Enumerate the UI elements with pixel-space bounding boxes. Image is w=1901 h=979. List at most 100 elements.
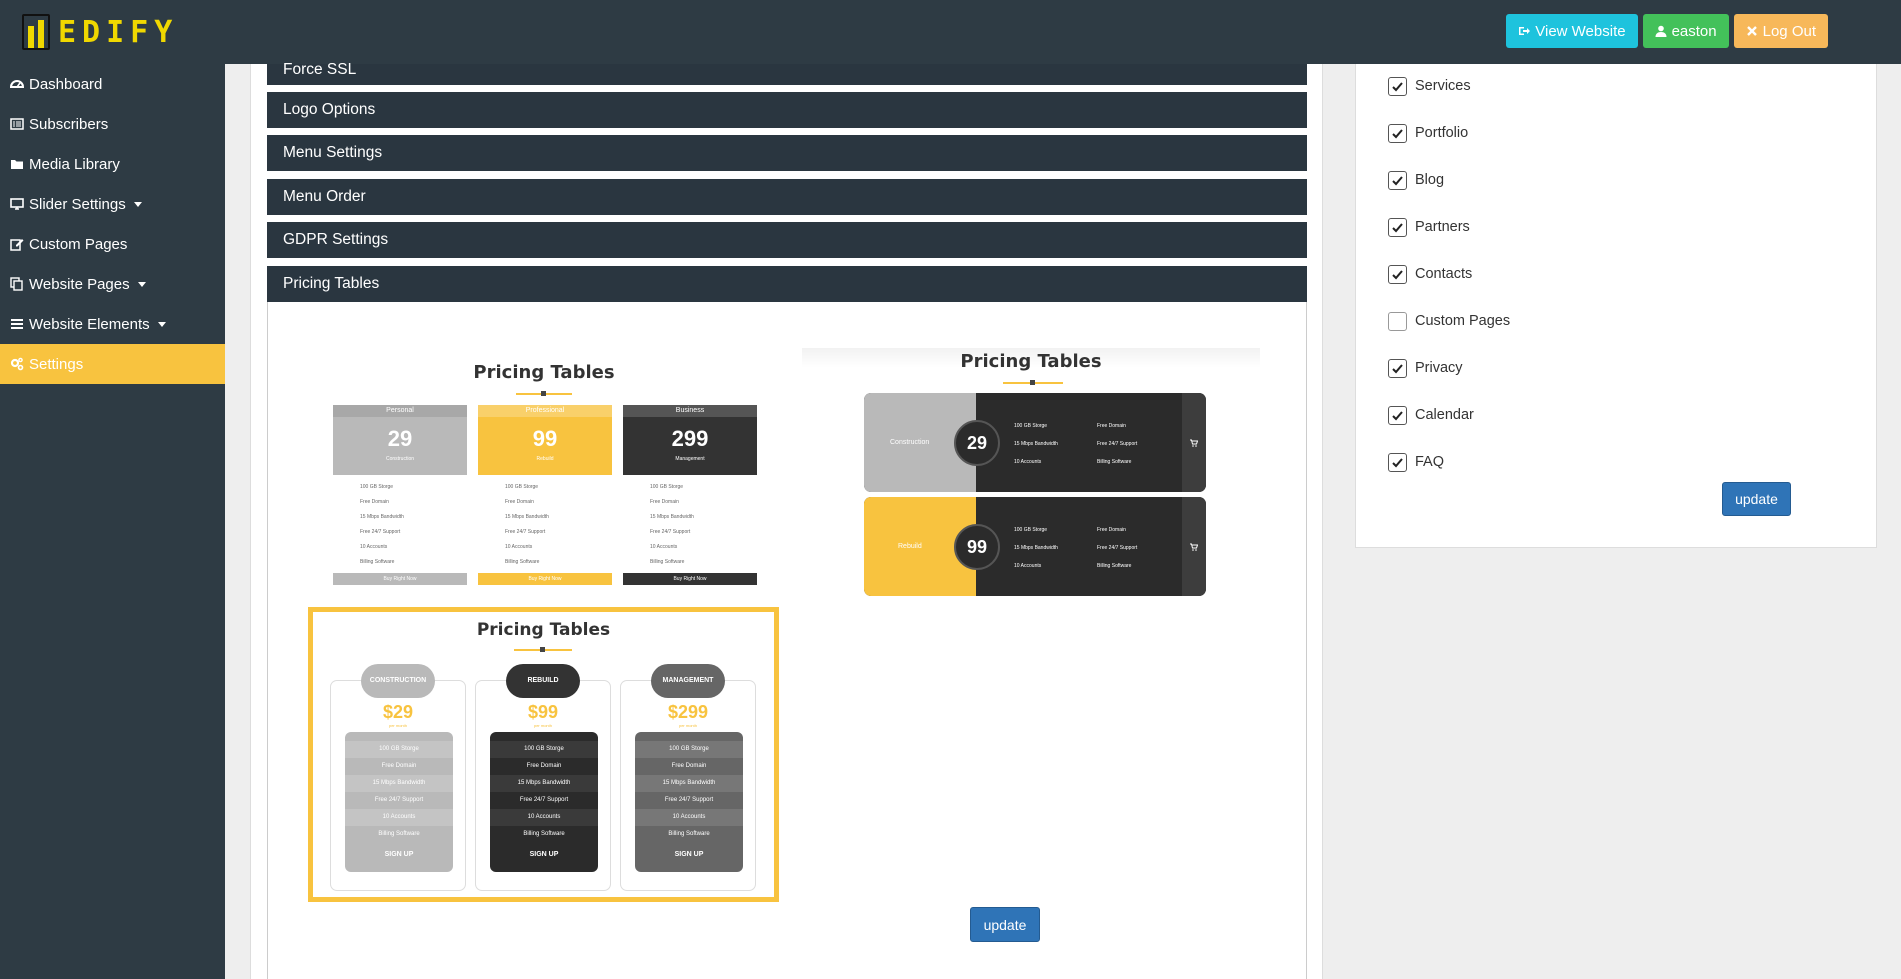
feature-item: 15 Mbps Bandwidth — [490, 775, 598, 792]
sidebar-item-settings[interactable]: Settings — [0, 344, 225, 384]
feature-item: Free 24/7 Support — [1097, 545, 1138, 551]
panel-logo-options[interactable]: Logo Options — [267, 92, 1307, 128]
sidebar-item-label: Website Pages — [29, 275, 130, 293]
sidebar-item-website-elements[interactable]: Website Elements — [0, 304, 225, 344]
panel-title: Logo Options — [283, 101, 376, 118]
pricing-style-2-option[interactable]: Pricing Tables Construction 29 100 GB St… — [802, 348, 1260, 600]
menu-update-button[interactable]: update — [1722, 482, 1791, 516]
pricing-title: Pricing Tables — [960, 351, 1102, 372]
feature-item: 10 Accounts — [345, 809, 453, 826]
portfolio-checkbox[interactable] — [1388, 123, 1407, 143]
plan-feature-list: 100 GB Storge Free Domain 15 Mbps Bandwi… — [345, 732, 453, 872]
feature-item: 10 Accounts — [505, 544, 533, 550]
plan-features: 100 GB Storge Free Domain 15 Mbps Bandwi… — [333, 480, 467, 570]
desktop-icon — [10, 198, 24, 210]
dashboard-icon — [10, 80, 24, 88]
plan-features: 100 GB Storge Free Domain 15 Mbps Bandwi… — [478, 480, 612, 570]
menu-item-label: Contacts — [1415, 266, 1473, 282]
plan-card-professional: Professional 99 Rebuild — [478, 405, 612, 475]
menu-item-label: Calendar — [1415, 407, 1474, 423]
logout-button[interactable]: Log Out — [1733, 14, 1828, 48]
panel-force-ssl[interactable]: Force SSL — [267, 61, 1307, 85]
logo-text: EDIFY — [58, 14, 179, 50]
pricing-style-1-option[interactable]: Pricing Tables Personal 29 Construction … — [317, 350, 771, 590]
menu-visibility-panel: Services Portfolio Blog Partners Contact… — [1355, 64, 1877, 548]
title-underline-dot — [541, 391, 546, 396]
feature-item: Free 24/7 Support — [505, 529, 546, 535]
menu-item-calendar: Calendar — [1388, 404, 1474, 426]
feature-item: 100 GB Storge — [650, 484, 684, 490]
cogs-icon — [10, 357, 24, 371]
panel-menu-order[interactable]: Menu Order — [267, 179, 1307, 215]
menu-item-blog: Blog — [1388, 169, 1444, 191]
close-icon — [1746, 26, 1757, 36]
plan-card-personal: Personal 29 Construction — [333, 405, 467, 475]
feature-item: 10 Accounts — [360, 544, 388, 550]
title-underline-dot — [1030, 380, 1035, 385]
edify-logo[interactable]: EDIFY — [22, 14, 178, 50]
panel-menu-settings[interactable]: Menu Settings — [267, 135, 1307, 171]
sidebar-item-dashboard[interactable]: Dashboard — [0, 64, 225, 104]
plan-cta: Buy Right Now — [478, 573, 612, 585]
copy-icon — [10, 277, 23, 291]
sidebar-item-website-pages[interactable]: Website Pages — [0, 264, 225, 304]
faq-checkbox[interactable] — [1388, 452, 1407, 472]
panel-pricing-tables[interactable]: Pricing Tables — [267, 266, 1307, 302]
panel-gdpr-settings[interactable]: GDPR Settings — [267, 222, 1307, 258]
check-icon — [1392, 363, 1403, 373]
feature-item: Billing Software — [668, 831, 710, 837]
sidebar-item-custom-pages[interactable]: Custom Pages — [0, 224, 225, 264]
plan-cta: SIGN UP — [674, 851, 704, 858]
list-icon — [10, 118, 24, 130]
sidebar-item-subscribers[interactable]: Subscribers — [0, 104, 225, 144]
feature-item: 15 Mbps Bandwidth — [635, 775, 743, 792]
plan-price: $99 — [527, 702, 559, 722]
privacy-checkbox[interactable] — [1388, 358, 1407, 378]
panel-title: Pricing Tables — [283, 275, 380, 292]
feature-item: Free Domain — [1097, 527, 1126, 533]
view-website-button[interactable]: View Website — [1506, 14, 1638, 48]
title-underline-dot — [540, 647, 545, 652]
feature-item: 100 GB Storge — [490, 741, 598, 758]
check-icon — [1392, 457, 1403, 467]
top-navbar: EDIFY View Website easton Log Out — [0, 0, 1901, 64]
partners-checkbox[interactable] — [1388, 217, 1407, 237]
feature-item: 10 Accounts — [635, 809, 743, 826]
logo-mark-icon — [22, 14, 56, 50]
row-features-left: 100 GB Storge 15 Mbps Bandwidth 10 Accou… — [1014, 417, 1058, 471]
menu-item-faq: FAQ — [1388, 451, 1444, 473]
plan-period: per month — [388, 723, 407, 728]
plan-card-business: Business 299 Management — [623, 405, 757, 475]
panel-title: Menu Order — [283, 188, 366, 205]
menu-item-services: Services — [1388, 75, 1471, 97]
menu-item-label: Blog — [1415, 172, 1445, 188]
menu-item-portfolio: Portfolio — [1388, 122, 1468, 144]
feature-item: Billing Software — [378, 831, 420, 837]
pricing-update-button[interactable]: update — [970, 907, 1040, 942]
menu-item-contacts: Contacts — [1388, 263, 1472, 285]
row-features-right: Free Domain Free 24/7 Support Billing So… — [1097, 417, 1137, 471]
plan-name: Personal — [333, 405, 467, 417]
plan-cta: Buy Right Now — [333, 573, 467, 585]
feature-item: Free Domain — [360, 499, 389, 505]
services-checkbox[interactable] — [1388, 76, 1407, 96]
sidebar-item-label: Slider Settings — [29, 195, 126, 213]
feature-item: 100 GB Storge — [360, 484, 394, 490]
sidebar-item-media-library[interactable]: Media Library — [0, 144, 225, 184]
folder-icon — [11, 160, 23, 169]
blog-checkbox[interactable] — [1388, 170, 1407, 190]
contacts-checkbox[interactable] — [1388, 264, 1407, 284]
user-button[interactable]: easton — [1642, 14, 1729, 48]
pricing-style-3-option-selected[interactable]: Pricing Tables CONSTRUCTION $29 per mont… — [308, 607, 779, 902]
chevron-down-icon — [133, 201, 142, 207]
logout-label: Log Out — [1762, 22, 1816, 40]
plan-name: Business — [623, 405, 757, 417]
row-price: 99 — [954, 524, 1000, 570]
sidebar-item-slider-settings[interactable]: Slider Settings — [0, 184, 225, 224]
custom-pages-checkbox[interactable] — [1388, 311, 1407, 331]
sidebar-item-label: Subscribers — [29, 115, 109, 133]
menu-item-custom-pages: Custom Pages — [1388, 310, 1510, 332]
calendar-checkbox[interactable] — [1388, 405, 1407, 425]
check-icon — [1392, 81, 1403, 91]
plan-feature-list: 100 GB Storge Free Domain 15 Mbps Bandwi… — [490, 732, 598, 872]
